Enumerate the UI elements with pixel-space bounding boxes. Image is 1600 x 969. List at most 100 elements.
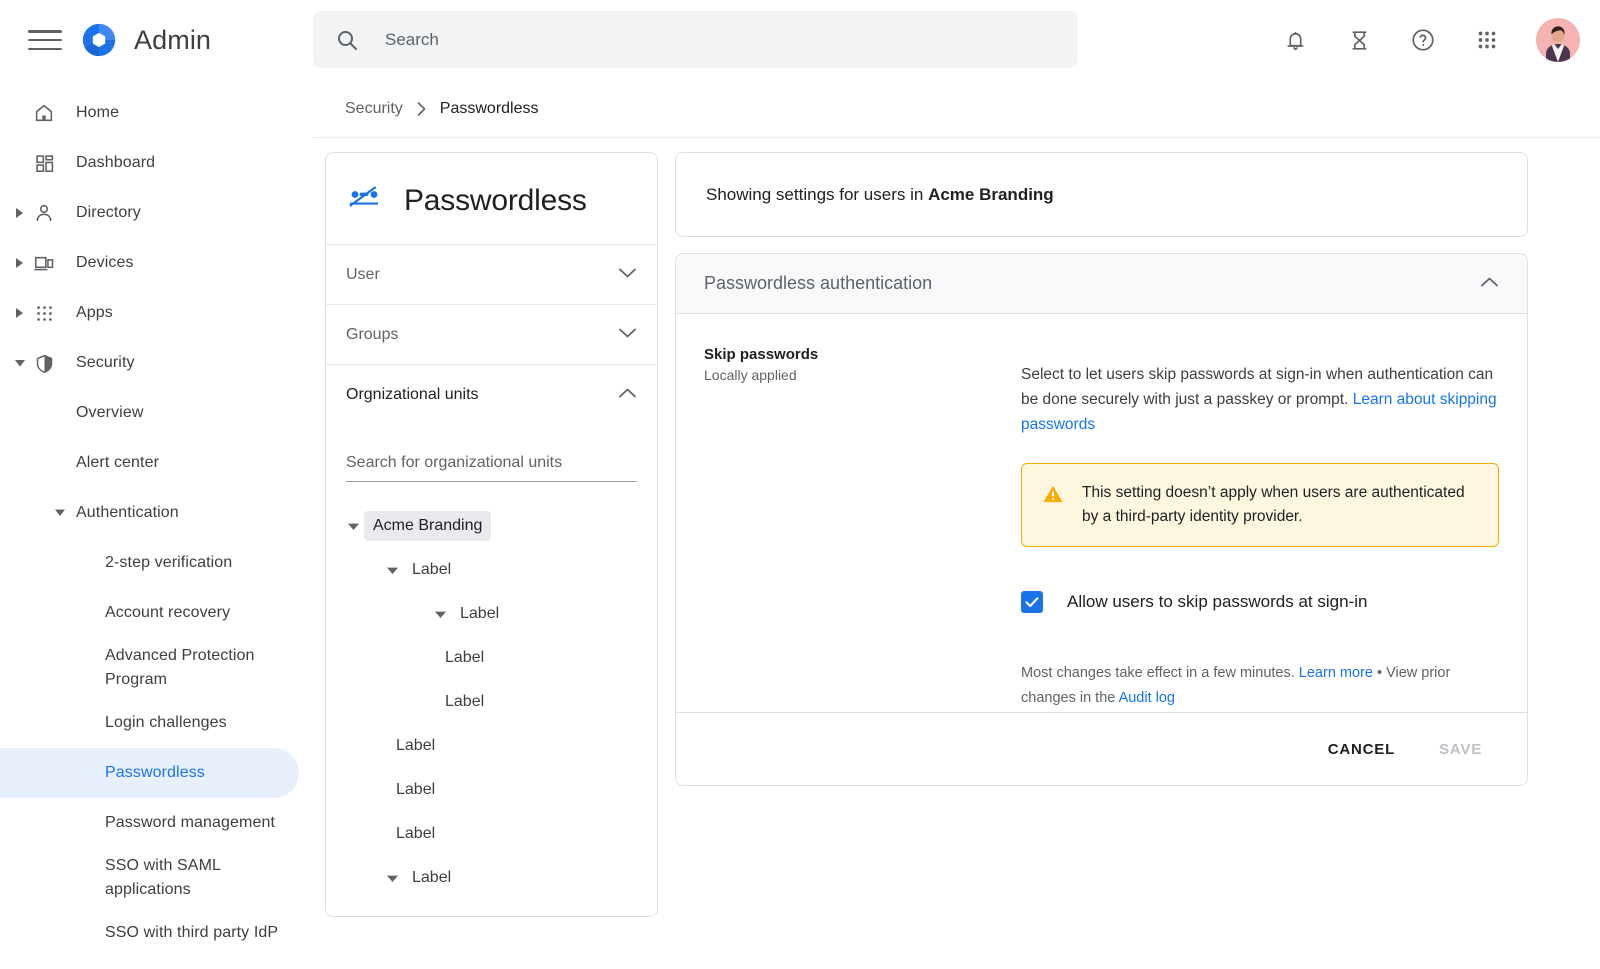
chevron-down-icon[interactable] (381, 874, 403, 883)
top-app-bar: Admin (0, 0, 1600, 80)
sidebar-item-devices[interactable]: Devices (0, 238, 299, 288)
brand-logo-and-title[interactable]: Admin (80, 21, 211, 59)
tree-item[interactable]: Label (326, 592, 657, 636)
chevron-down-icon[interactable] (429, 610, 451, 619)
topbar-icon-group (1272, 0, 1580, 80)
global-search-box[interactable] (313, 11, 1078, 68)
search-icon (338, 30, 357, 50)
sidebar-item-label: Password management (105, 814, 275, 831)
scope-banner-text: Showing settings for users in Acme Brand… (706, 185, 1054, 205)
apps-grid-icon (32, 301, 56, 325)
tree-item[interactable]: Label (326, 812, 657, 856)
setting-footnote: Most changes take effect in a few minute… (1021, 661, 1499, 711)
breadcrumb-item-security[interactable]: Security (345, 100, 403, 118)
sidebar-item-directory[interactable]: Directory (0, 188, 299, 238)
tree-item[interactable]: Label (326, 856, 657, 900)
tree-item-label: Label (460, 605, 500, 622)
sidebar-item-label: Authentication (76, 504, 179, 521)
sidebar-item-sso-with-saml-applications[interactable]: SSO with SAML applications (0, 848, 299, 908)
sidebar-item-passwordless[interactable]: Passwordless (0, 748, 299, 798)
ou-search-input[interactable] (346, 450, 637, 482)
sidebar-item-label: Dashboard (76, 154, 156, 171)
allow-skip-passwords-checkbox[interactable] (1021, 590, 1043, 613)
sidebar-item-dashboard[interactable]: Dashboard (0, 138, 299, 188)
apps-grid-icon[interactable] (1464, 17, 1510, 63)
cancel-button[interactable]: CANCEL (1311, 730, 1412, 769)
setting-applied-scope: Locally applied (704, 367, 797, 383)
ou-section-organizational-units[interactable]: Orgnizational units (326, 364, 657, 424)
allow-skip-passwords-row: Allow users to skip passwords at sign-in (1021, 590, 1499, 613)
sidebar-item-overview[interactable]: Overview (0, 388, 299, 438)
sidebar-item-sso-with-third-party-idp[interactable]: SSO with third party IdP (0, 908, 299, 958)
home-icon (32, 101, 56, 125)
ou-section-user[interactable]: User (326, 244, 657, 304)
warning-text: This setting doesn’t apply when users ar… (1082, 483, 1465, 525)
person-icon (32, 201, 56, 225)
panel-title: Passwordless (404, 183, 587, 217)
chevron-down-icon (54, 504, 66, 522)
save-button[interactable]: SAVE (1422, 730, 1499, 769)
sidebar-item-label: Account recovery (105, 604, 231, 621)
help-circle-icon[interactable] (1400, 17, 1446, 63)
footnote-line1-prefix: Most changes take effect in a few minute… (1021, 664, 1299, 681)
sidebar-item-security[interactable]: Security (0, 338, 299, 388)
sidebar-item-2-step-verification[interactable]: 2-step verification (0, 538, 299, 588)
chevron-right-icon (8, 301, 32, 325)
sidebar-item-account-recovery[interactable]: Account recovery (0, 588, 299, 638)
passwordless-authentication-card: Passwordless authentication Skip passwor… (675, 253, 1528, 786)
chevron-up-icon[interactable] (1480, 275, 1499, 293)
search-input[interactable] (383, 11, 1056, 68)
ou-section-label: User (346, 265, 380, 283)
devices-icon (32, 251, 56, 275)
sidebar-item-label: Login challenges (105, 714, 227, 731)
chevron-down-icon[interactable] (381, 566, 403, 575)
setting-controls: Select to let users skip passwords at si… (1009, 346, 1499, 725)
scope-banner: Showing settings for users in Acme Brand… (675, 152, 1528, 237)
tree-item-acme-branding[interactable]: Acme Branding (326, 504, 657, 548)
tree-item[interactable]: Label (326, 548, 657, 592)
tree-item-label: Label (396, 737, 436, 754)
tree-item-label: Label (396, 781, 436, 798)
learn-more-link[interactable]: Learn more (1299, 665, 1373, 681)
sidebar-item-authentication[interactable]: Authentication (0, 488, 299, 538)
hamburger-menu-icon[interactable] (28, 27, 62, 53)
tree-item[interactable]: Label (326, 768, 657, 812)
shield-icon (32, 351, 56, 375)
chevron-down-icon (618, 326, 637, 344)
section-header-passwordless-authentication[interactable]: Passwordless authentication (676, 254, 1527, 314)
app-title: Admin (134, 24, 212, 55)
tree-item[interactable]: Label (326, 680, 657, 724)
tree-item[interactable]: Label (326, 636, 657, 680)
sidebar-item-home[interactable]: Home (0, 88, 299, 138)
org-unit-picker-card: Passwordless User Groups Orgnizational u… (325, 152, 658, 917)
sidebar-item-login-challenges[interactable]: Login challenges (0, 698, 299, 748)
scope-banner-prefix: Showing settings for users in (706, 184, 929, 204)
tree-item[interactable]: Label (326, 724, 657, 768)
notifications-bell-icon[interactable] (1272, 17, 1318, 63)
sidebar-item-label: Passwordless (105, 764, 205, 781)
allow-skip-passwords-label[interactable]: Allow users to skip passwords at sign-in (1067, 592, 1367, 612)
chevron-down-icon (8, 351, 32, 375)
user-avatar[interactable] (1536, 18, 1580, 62)
section-title: Passwordless authentication (704, 273, 933, 293)
primary-sidebar: Home Dashboard Directory Devices Apps Se… (0, 80, 313, 969)
sidebar-item-alert-center[interactable]: Alert center (0, 438, 299, 488)
sidebar-item-label: Advanced Protection Program (105, 647, 255, 688)
breadcrumb: Security Passwordless (313, 80, 1600, 138)
sidebar-item-label: Alert center (76, 454, 160, 471)
sidebar-item-label: Security (76, 354, 135, 371)
audit-log-link[interactable]: Audit log (1119, 690, 1175, 706)
card-action-bar: CANCEL SAVE (676, 712, 1527, 785)
hourglass-icon[interactable] (1336, 17, 1382, 63)
chevron-down-icon[interactable] (342, 522, 364, 531)
sidebar-item-advanced-protection-program[interactable]: Advanced Protection Program (0, 638, 299, 698)
password-off-icon (346, 183, 386, 218)
ou-section-label: Orgnizational units (346, 385, 479, 403)
tree-item-label: Label (396, 825, 436, 842)
dashboard-icon (32, 151, 56, 175)
ou-section-groups[interactable]: Groups (326, 304, 657, 364)
sidebar-item-apps[interactable]: Apps (0, 288, 299, 338)
breadcrumb-item-passwordless: Passwordless (439, 99, 539, 117)
setting-body: Skip passwords Locally applied Select to… (676, 314, 1527, 725)
sidebar-item-password-management[interactable]: Password management (0, 798, 299, 848)
